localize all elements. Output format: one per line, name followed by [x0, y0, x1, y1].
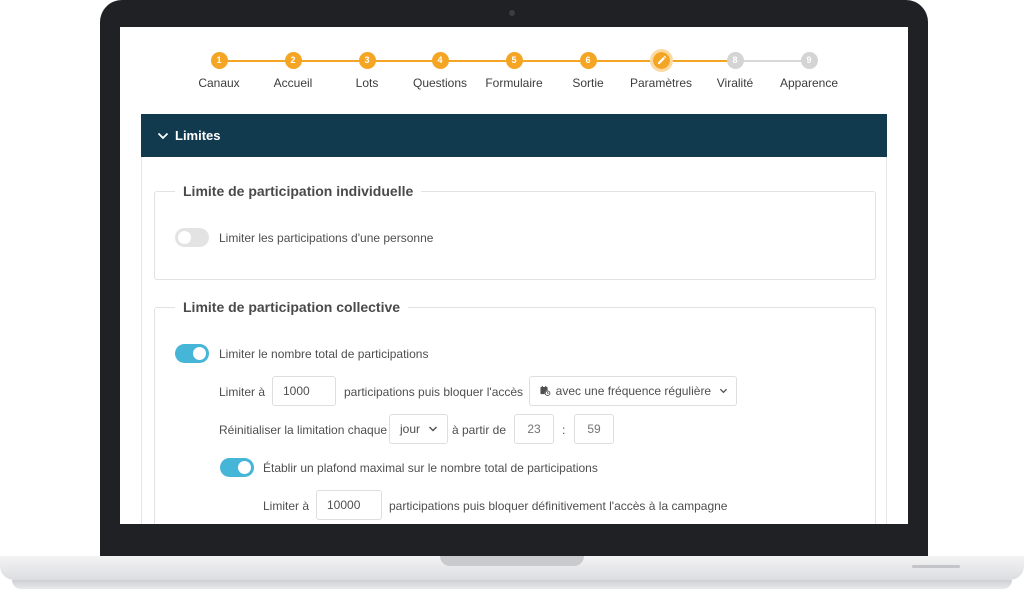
screen: 1 Canaux 2 Accueil 3 Lots 4 Questions 5 … — [120, 27, 908, 524]
chevron-down-icon — [157, 132, 169, 139]
cap-suffix-label: participations puis bloquer définitiveme… — [389, 499, 728, 513]
frequency-select-value: avec une fréquence régulière — [555, 384, 712, 398]
laptop-hinge-notch — [440, 556, 584, 566]
limites-panel: Limite de participation individuelle Lim… — [141, 157, 887, 524]
reset-minute-input[interactable] — [574, 414, 614, 444]
step-apparence[interactable]: 9 Apparence — [764, 49, 854, 90]
step-number: 8 — [726, 52, 744, 69]
chevron-down-icon — [429, 426, 438, 432]
laptop-base-foot — [12, 580, 1012, 589]
limit-suffix-label: participations puis bloquer l'accès — [344, 385, 524, 399]
reset-period-value: jour — [400, 422, 421, 436]
frequency-select[interactable]: avec une fréquence régulière — [529, 376, 737, 406]
webcam — [509, 10, 515, 16]
from-label: à partir de — [452, 423, 507, 437]
individual-limit-toggle[interactable] — [175, 228, 209, 247]
step-number: 1 — [210, 52, 228, 69]
cap-limit-toggle[interactable] — [220, 458, 254, 477]
time-separator: : — [562, 423, 566, 437]
reset-period-select[interactable]: jour — [389, 414, 448, 444]
cap-prefix-label: Limiter à — [263, 499, 310, 513]
pencil-icon — [649, 49, 673, 72]
reset-hour-input[interactable] — [514, 414, 554, 444]
collective-limit-legend: Limite de participation collective — [175, 298, 409, 316]
calendar-clock-icon — [540, 385, 551, 397]
limit-prefix-label: Limiter à — [219, 385, 266, 399]
chevron-down-icon — [720, 388, 728, 394]
step-number: 5 — [505, 52, 523, 69]
wizard-stepper: 1 Canaux 2 Accueil 3 Lots 4 Questions 5 … — [120, 49, 908, 99]
step-number: 9 — [800, 52, 818, 69]
collective-limit-toggle[interactable] — [175, 344, 209, 363]
cap-value-input[interactable] — [316, 490, 382, 520]
step-label: Apparence — [779, 76, 839, 90]
individual-limit-legend: Limite de participation individuelle — [175, 182, 422, 200]
individual-limit-fieldset: Limite de participation individuelle Lim… — [154, 182, 876, 280]
individual-limit-label: Limiter les participations d'une personn… — [219, 231, 434, 245]
cap-limit-label: Établir un plafond maximal sur le nombre… — [263, 461, 598, 475]
collective-limit-fieldset: Limite de participation collective Limit… — [154, 298, 876, 524]
collective-limit-label: Limiter le nombre total de participation… — [219, 347, 429, 361]
limit-value-input[interactable] — [272, 376, 336, 406]
step-number: 4 — [431, 52, 449, 69]
laptop-vent — [912, 565, 960, 568]
step-number: 3 — [358, 52, 376, 69]
section-title: Limites — [175, 128, 221, 143]
step-number: 6 — [579, 52, 597, 69]
reset-prefix-label: Réinitialiser la limitation chaque — [219, 423, 388, 437]
step-number: 2 — [284, 52, 302, 69]
limites-section-header[interactable]: Limites — [141, 114, 887, 157]
